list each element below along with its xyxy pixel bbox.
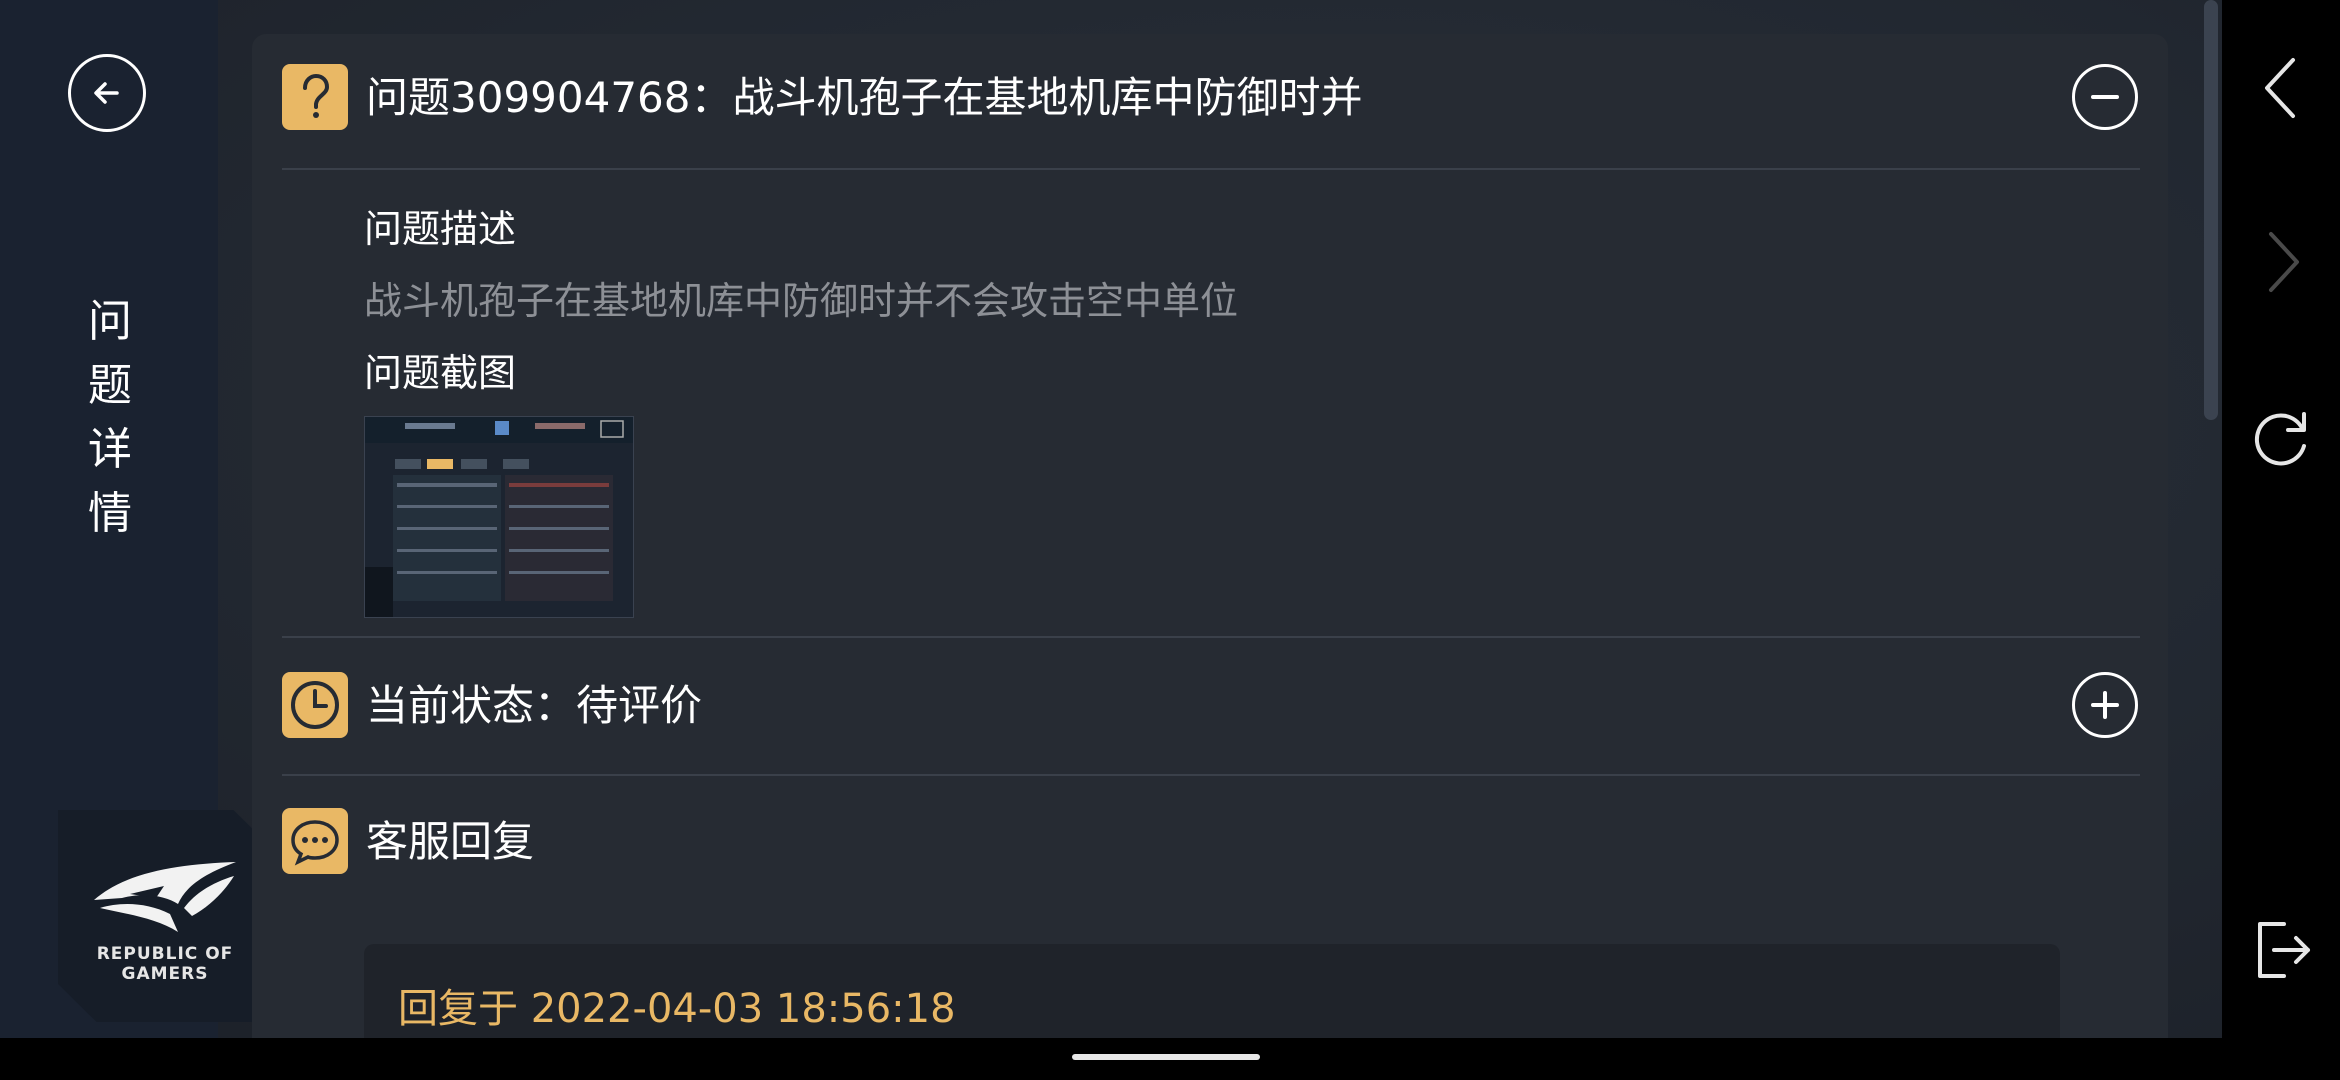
clock-icon [291,681,339,729]
issue-title: 问题309904768：战斗机孢子在基地机库中防御时并 [366,73,1363,122]
refresh-icon [2254,412,2306,466]
nav-back-button[interactable] [2250,56,2314,120]
screenshot-preview-image [365,417,633,617]
support-reply-header: 客服回复 [282,776,2140,876]
status-row[interactable]: 当前状态：待评价 [282,638,2140,738]
rog-brand-text: REPUBLIC OF GAMERS [58,944,272,984]
exit-icon [2258,922,2310,978]
chevron-right-icon [2269,232,2299,292]
page-title-char: 题 [88,360,132,411]
refresh-button[interactable] [2250,406,2314,470]
brand-line: REPUBLIC OF [96,944,234,964]
reply-timestamp: 回复于 2022-04-03 18:56:18 [398,986,956,1032]
arrow-left-icon [94,82,119,104]
issue-screenshot-thumbnail[interactable] [364,416,634,618]
scrollbar[interactable] [2204,0,2218,420]
back-button[interactable] [68,54,146,132]
plus-icon [2091,691,2119,719]
clock-icon-box [282,672,348,738]
expand-button[interactable] [2072,672,2138,738]
status-text: 当前状态：待评价 [366,681,703,730]
chat-icon-box [282,808,348,874]
issue-header[interactable]: 问题309904768：战斗机孢子在基地机库中防御时并 [282,34,2140,134]
exit-button[interactable] [2250,918,2314,982]
divider [282,168,2140,170]
chevron-left-icon [2265,58,2295,118]
reply-card: 回复于 2022-04-03 18:56:18 [364,944,2060,1038]
rog-logo: REPUBLIC OF GAMERS [58,810,272,1022]
issue-detail-card: 问题309904768：战斗机孢子在基地机库中防御时并 问题描述 战斗机孢子在基… [252,34,2168,1038]
minus-icon [2091,95,2119,99]
screenshot-label: 问题截图 [364,351,517,395]
support-reply-title: 客服回复 [366,817,535,866]
question-icon [303,73,330,118]
description-label: 问题描述 [364,207,517,251]
chat-icon [291,820,339,866]
page-title-char: 详 [88,424,132,475]
home-indicator[interactable] [1072,1054,1260,1060]
page-title-char: 情 [88,488,132,539]
collapse-button[interactable] [2072,64,2138,130]
rog-eye-icon [94,862,236,932]
page-title-char: 问 [88,296,132,347]
browser-nav-panel [2222,0,2340,1038]
description-text: 战斗机孢子在基地机库中防御时并不会攻击空中单位 [364,279,1239,323]
nav-forward-button[interactable] [2250,230,2314,294]
question-icon-box [282,64,348,130]
page-title: 问 题 详 情 [80,290,140,546]
brand-line: GAMERS [121,964,209,984]
